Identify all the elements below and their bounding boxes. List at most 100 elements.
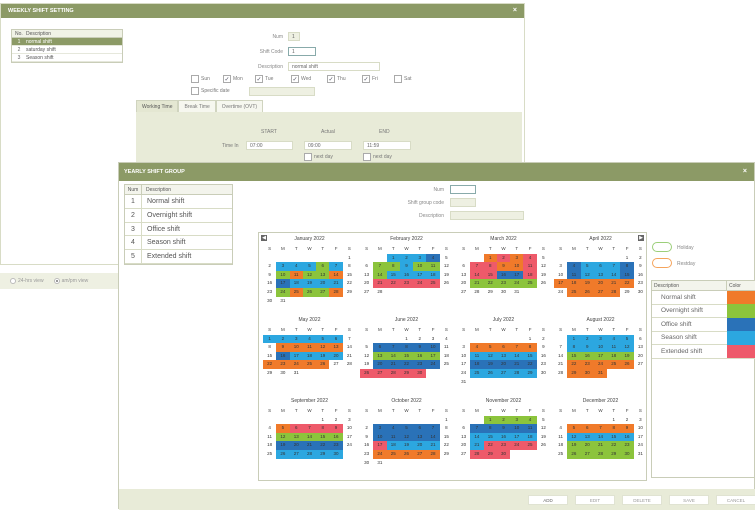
calendar-day[interactable]: 26 (399, 449, 414, 459)
calendar-day[interactable]: 10 (634, 424, 647, 433)
calendar-day[interactable]: 30 (413, 368, 427, 378)
calendar-day[interactable]: 1 (483, 253, 497, 263)
calendar-day[interactable]: 18 (523, 432, 537, 442)
calendar-day[interactable]: 12 (567, 432, 581, 442)
calendar-day[interactable]: 12 (360, 352, 373, 361)
calendar-day[interactable]: 1 (400, 335, 413, 344)
calendar-day[interactable]: 13 (413, 432, 427, 442)
day-sun[interactable]: Sun (191, 75, 210, 83)
calendar-day[interactable]: 23 (263, 288, 276, 297)
calendar-day[interactable]: 11 (607, 343, 621, 352)
calendar-day[interactable]: 28 (554, 369, 567, 378)
calendar-day[interactable]: 26 (537, 441, 550, 450)
calendar-day[interactable]: 9 (329, 424, 343, 433)
calendar-day[interactable]: 5 (360, 343, 373, 352)
calendar-day[interactable]: 19 (567, 441, 581, 450)
calendar-day[interactable]: 15 (567, 351, 581, 361)
calendar-day[interactable]: 24 (554, 288, 567, 297)
calendar-day[interactable]: 12 (302, 270, 317, 280)
calendar-day[interactable]: 27 (316, 287, 330, 297)
calendar-day[interactable]: 27 (373, 368, 387, 378)
calendar-day[interactable]: 11 (263, 433, 276, 442)
day-tue[interactable]: ✓ Tue (255, 75, 273, 83)
yearly-close-icon[interactable]: × (743, 168, 747, 175)
calendar-day[interactable]: 19 (580, 279, 594, 288)
calendar-day[interactable]: 16 (580, 351, 594, 361)
calendar-day[interactable]: 9 (399, 262, 414, 271)
calendar-day[interactable]: 23 (276, 360, 290, 369)
calendar-day[interactable]: 6 (289, 424, 303, 433)
calendar-day[interactable]: 13 (457, 271, 470, 280)
calendar-day[interactable]: 13 (580, 432, 594, 442)
calendar-day[interactable]: 10 (413, 262, 427, 271)
calendar-day[interactable]: 2 (399, 253, 414, 263)
calendar-day[interactable]: 6 (329, 334, 343, 344)
calendar-day[interactable]: 29 (343, 288, 356, 297)
checkbox[interactable] (191, 75, 199, 83)
calendar-day[interactable]: 26 (302, 287, 317, 297)
calendar-day[interactable]: 20 (316, 279, 330, 288)
calendar-day[interactable]: 27 (457, 288, 470, 297)
calendar-day[interactable]: 26 (580, 287, 594, 297)
calendar-day[interactable]: 15 (620, 270, 634, 280)
calendar-day[interactable]: 8 (483, 424, 497, 433)
calendar-day[interactable]: 12 (537, 262, 550, 271)
calendar-day[interactable]: 26 (316, 360, 330, 369)
calendar-day[interactable]: 16 (263, 279, 276, 288)
calendar-day[interactable]: 27 (329, 360, 342, 369)
calendar-day[interactable]: 3 (510, 415, 524, 425)
calendar-day[interactable]: 10 (276, 270, 290, 280)
calendar-day[interactable]: 28 (510, 368, 524, 378)
calendar-day[interactable]: 21 (593, 441, 608, 450)
shift-code-input[interactable]: 1 (288, 47, 316, 56)
calendar-day[interactable]: 28 (343, 360, 356, 369)
calendar-day[interactable]: 6 (593, 262, 608, 271)
list-item[interactable]: 3 Season shift (12, 54, 122, 62)
calendar-day[interactable]: 20 (457, 279, 470, 288)
calendar-day[interactable]: 21 (470, 441, 484, 450)
calendar-day[interactable]: 1 (620, 254, 633, 263)
calendar-day[interactable]: 22 (316, 441, 330, 450)
calendar-day[interactable]: 2 (620, 416, 633, 425)
calendar-day[interactable]: 2 (537, 335, 550, 344)
calendar-day[interactable]: 7 (386, 343, 400, 352)
calendar-day[interactable]: 27 (580, 449, 594, 459)
end-next-day[interactable]: next day (363, 153, 392, 161)
calendar-day[interactable]: 1 (483, 415, 497, 425)
calendar-day[interactable]: 31 (457, 378, 470, 387)
calendar-day[interactable]: 18 (302, 351, 317, 361)
calendar-day[interactable]: 15 (440, 433, 453, 442)
day-mon[interactable]: ✓ Mon (223, 75, 243, 83)
calendar-day[interactable]: 8 (399, 343, 414, 352)
calendar-day[interactable]: 17 (510, 270, 524, 280)
calendar-day[interactable]: 4 (554, 424, 567, 433)
calendar-day[interactable]: 17 (343, 433, 356, 442)
calendar-day[interactable]: 2 (360, 424, 373, 433)
calendar-day[interactable]: 16 (496, 270, 511, 280)
calendar-day[interactable]: 22 (343, 279, 356, 288)
calendar-day[interactable]: 26 (360, 368, 374, 378)
calendar-day[interactable]: 8 (343, 262, 356, 271)
calendar-day[interactable]: 12 (440, 262, 453, 271)
calendar-day[interactable]: 14 (510, 351, 524, 361)
specific-date-input[interactable] (249, 87, 315, 96)
calendar-day[interactable]: 26 (567, 449, 581, 459)
calendar-day[interactable]: 27 (360, 288, 373, 297)
calendar-day[interactable]: 25 (302, 360, 317, 369)
calendar-day[interactable]: 4 (607, 334, 621, 344)
calendar-day[interactable]: 10 (554, 271, 567, 280)
calendar-day[interactable]: 26 (620, 360, 634, 369)
calendar-day[interactable]: 23 (634, 279, 647, 288)
calendar-day[interactable]: 9 (620, 424, 634, 433)
calendar-day[interactable]: 6 (373, 343, 387, 352)
calendar-day[interactable]: 11 (523, 262, 537, 271)
calendar-day[interactable]: 24 (457, 369, 470, 378)
calendar-day[interactable]: 2 (496, 415, 511, 425)
calendar-day[interactable]: 19 (620, 351, 634, 361)
calendar-day[interactable]: 24 (510, 441, 524, 450)
calendar-day[interactable]: 25 (470, 368, 484, 378)
list-item[interactable]: 2 Overnight shift (125, 208, 232, 223)
calendar-day[interactable]: 10 (343, 424, 356, 433)
calendar-day[interactable]: 28 (470, 288, 483, 297)
calendar-day[interactable]: 1 (567, 334, 581, 344)
